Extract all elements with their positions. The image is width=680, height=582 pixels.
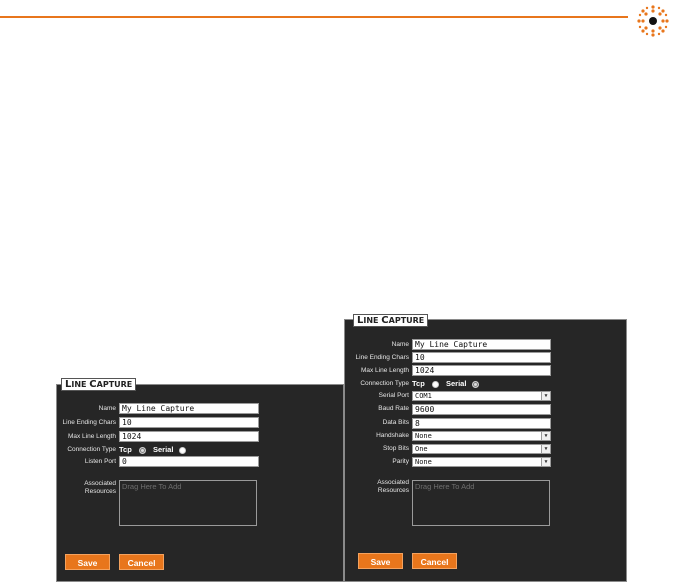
chevron-down-icon[interactable]: ▼ xyxy=(541,458,550,466)
resources-drop-zone[interactable]: Drag Here To Add xyxy=(412,480,550,526)
listen-port-label: Listen Port xyxy=(84,458,116,465)
parity-select[interactable]: None ▼ xyxy=(412,457,551,467)
serial-port-select[interactable]: COM1 ▼ xyxy=(412,391,551,401)
chevron-down-icon[interactable]: ▼ xyxy=(541,432,550,440)
stop-bits-select[interactable]: One ▼ xyxy=(412,444,551,454)
save-button[interactable]: Save xyxy=(358,553,403,569)
header-divider xyxy=(0,16,628,18)
max-line-length-label: Max Line Length xyxy=(360,367,409,374)
max-line-length-input[interactable]: 1024 xyxy=(119,431,259,442)
chevron-down-icon[interactable]: ▼ xyxy=(541,445,550,453)
save-button[interactable]: Save xyxy=(65,554,110,570)
baud-rate-input[interactable]: 9600 xyxy=(412,404,551,415)
parity-label: Parity xyxy=(392,458,409,465)
baud-rate-label: Baud Rate xyxy=(378,405,409,412)
tcp-radio[interactable] xyxy=(432,381,439,388)
line-ending-label: Line Ending Chars xyxy=(62,419,116,426)
max-line-length-label: Max Line Length xyxy=(67,433,116,440)
data-bits-label: Data Bits xyxy=(382,419,409,426)
serial-radio[interactable] xyxy=(179,447,186,454)
resources-label: Resources xyxy=(84,488,116,495)
line-ending-input[interactable]: 10 xyxy=(119,417,259,428)
name-input[interactable]: My Line Capture xyxy=(119,403,259,414)
handshake-select[interactable]: None ▼ xyxy=(412,431,551,441)
line-ending-label: Line Ending Chars xyxy=(355,354,409,361)
max-line-length-input[interactable]: 1024 xyxy=(412,365,551,376)
cancel-button[interactable]: Cancel xyxy=(119,554,164,570)
line-capture-panel-tcp: LINE CAPTURE Name My Line Capture Line E… xyxy=(56,378,344,582)
stop-bits-label: Stop Bits xyxy=(382,445,409,452)
handshake-label: Handshake xyxy=(376,432,409,439)
tcp-label: Tcp xyxy=(119,445,132,454)
tcp-radio[interactable] xyxy=(139,447,146,454)
connection-type-label: Connection Type xyxy=(360,380,409,387)
cancel-button[interactable]: Cancel xyxy=(412,553,457,569)
connection-type-label: Connection Type xyxy=(67,446,116,453)
line-capture-panel-serial: LINE CAPTURE Name My Line Capture Line E… xyxy=(344,314,627,582)
serial-label: Serial xyxy=(446,379,467,388)
line-ending-input[interactable]: 10 xyxy=(412,352,551,363)
listen-port-input[interactable]: 0 xyxy=(119,456,259,467)
tcp-label: Tcp xyxy=(412,379,425,388)
serial-radio[interactable] xyxy=(472,381,479,388)
resources-drop-zone[interactable]: Drag Here To Add xyxy=(119,480,257,526)
panel-title: LINE CAPTURE xyxy=(353,314,429,327)
name-input[interactable]: My Line Capture xyxy=(412,339,551,350)
data-bits-input[interactable]: 8 xyxy=(412,418,551,429)
panel-title: LINE CAPTURE xyxy=(61,378,137,391)
radiating-dots-logo-icon xyxy=(637,5,669,37)
serial-port-label: Serial Port xyxy=(378,392,409,399)
chevron-down-icon[interactable]: ▼ xyxy=(541,392,550,400)
name-label: Name xyxy=(391,341,409,348)
name-label: Name xyxy=(98,405,116,412)
resources-label: Resources xyxy=(377,487,409,494)
serial-label: Serial xyxy=(153,445,174,454)
